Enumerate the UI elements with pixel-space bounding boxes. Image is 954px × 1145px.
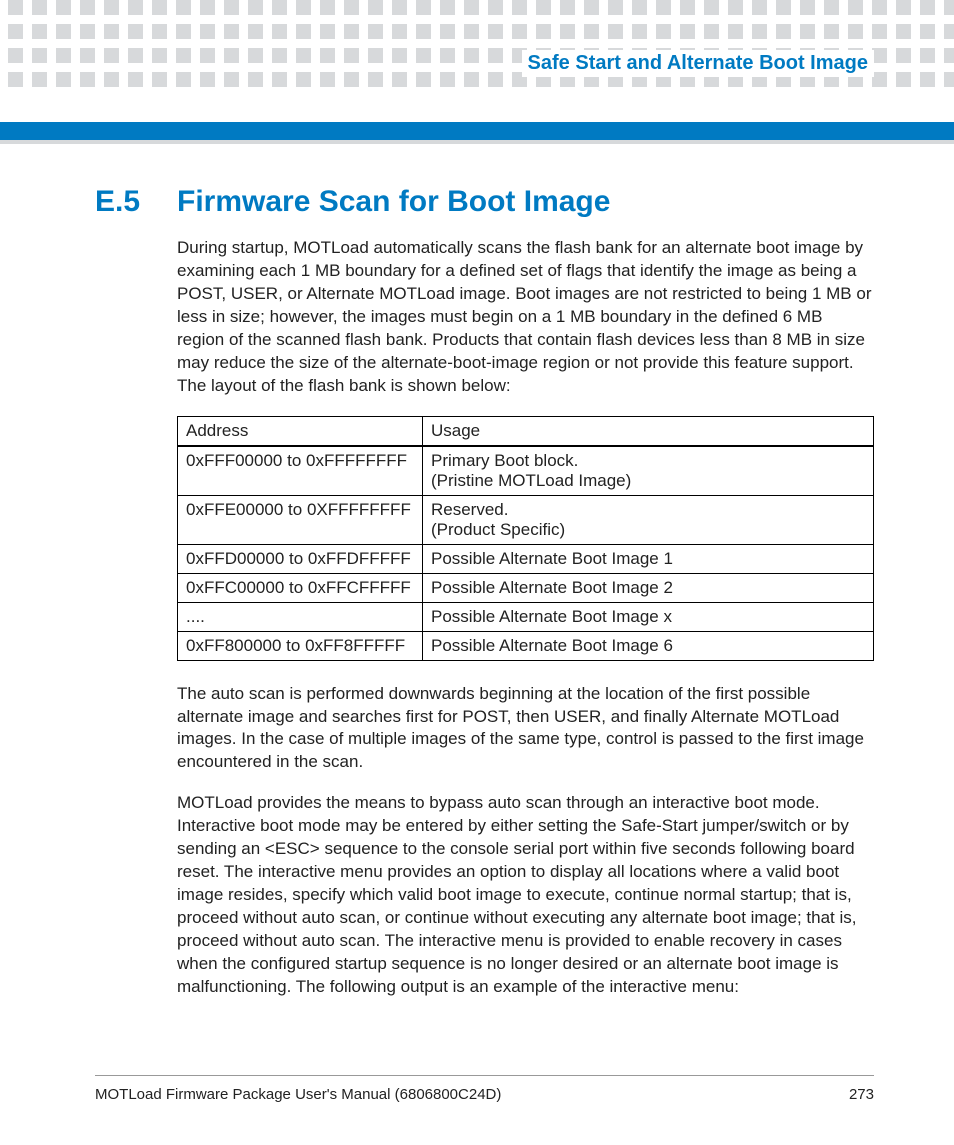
flash-layout-table: Address Usage 0xFFF00000 to 0xFFFFFFFF P…	[177, 416, 874, 661]
table-header-usage: Usage	[423, 416, 874, 446]
section-number: E.5	[95, 185, 177, 219]
table-row: .... Possible Alternate Boot Image x	[178, 602, 874, 631]
cell-address: ....	[178, 602, 423, 631]
cell-usage: Reserved. (Product Specific)	[423, 495, 874, 544]
cell-usage: Possible Alternate Boot Image 6	[423, 631, 874, 660]
cell-address: 0xFFE00000 to 0XFFFFFFFF	[178, 495, 423, 544]
cell-address: 0xFFD00000 to 0xFFDFFFFF	[178, 544, 423, 573]
cell-usage: Primary Boot block. (Pristine MOTLoad Im…	[423, 446, 874, 496]
table-row: 0xFF800000 to 0xFF8FFFFF Possible Altern…	[178, 631, 874, 660]
page-footer: MOTLoad Firmware Package User's Manual (…	[95, 1075, 874, 1103]
cell-usage: Possible Alternate Boot Image x	[423, 602, 874, 631]
cell-address: 0xFFF00000 to 0xFFFFFFFF	[178, 446, 423, 496]
section-heading: E.5 Firmware Scan for Boot Image	[95, 185, 874, 219]
table-row: 0xFFD00000 to 0xFFDFFFFF Possible Altern…	[178, 544, 874, 573]
cell-address: 0xFFC00000 to 0xFFCFFFFF	[178, 573, 423, 602]
table-row: 0xFFC00000 to 0xFFCFFFFF Possible Altern…	[178, 573, 874, 602]
cell-address: 0xFF800000 to 0xFF8FFFFF	[178, 631, 423, 660]
header-divider-bar	[0, 122, 954, 144]
section-title: Firmware Scan for Boot Image	[177, 185, 610, 219]
paragraph-intro: During startup, MOTLoad automatically sc…	[177, 237, 874, 398]
page-header-chapter: Safe Start and Alternate Boot Image	[522, 50, 874, 77]
table-row: 0xFFF00000 to 0xFFFFFFFF Primary Boot bl…	[178, 446, 874, 496]
cell-usage: Possible Alternate Boot Image 1	[423, 544, 874, 573]
paragraph-interactive: MOTLoad provides the means to bypass aut…	[177, 792, 874, 998]
cell-usage: Possible Alternate Boot Image 2	[423, 573, 874, 602]
footer-page-number: 273	[849, 1086, 874, 1103]
table-header-row: Address Usage	[178, 416, 874, 446]
page-content: E.5 Firmware Scan for Boot Image During …	[95, 185, 874, 1017]
table-header-address: Address	[178, 416, 423, 446]
footer-doc-title: MOTLoad Firmware Package User's Manual (…	[95, 1086, 501, 1103]
table-row: 0xFFE00000 to 0XFFFFFFFF Reserved. (Prod…	[178, 495, 874, 544]
paragraph-scan: The auto scan is performed downwards beg…	[177, 683, 874, 775]
